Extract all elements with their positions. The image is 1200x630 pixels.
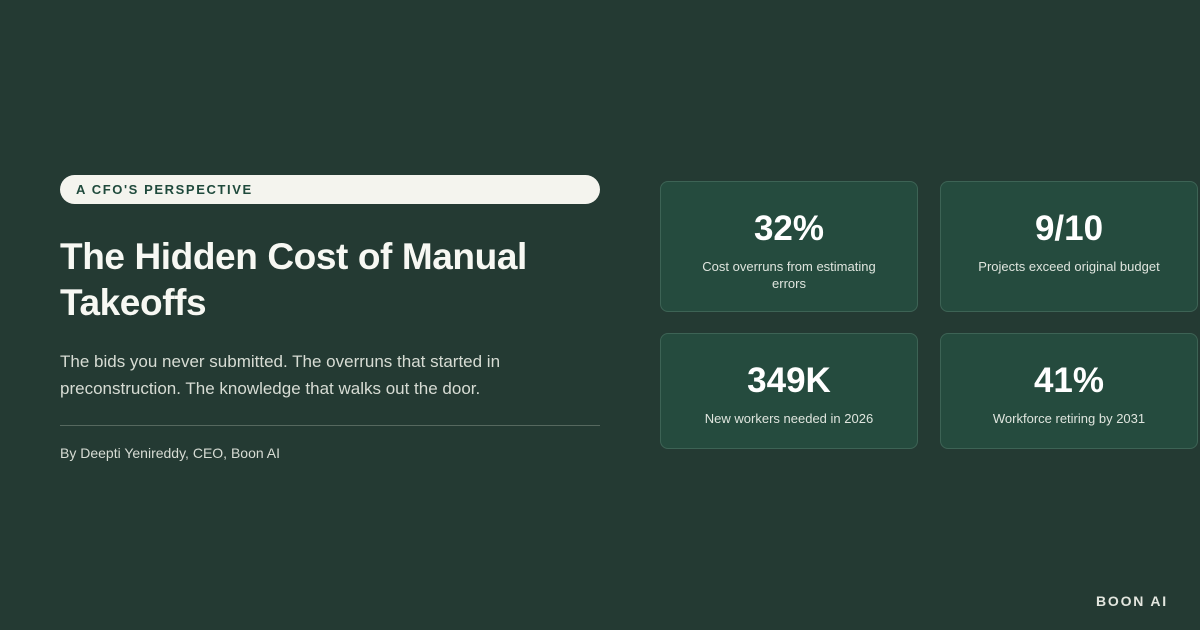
stat-value: 349K bbox=[747, 361, 831, 400]
stats-grid: 32% Cost overruns from estimating errors… bbox=[660, 181, 1200, 449]
stat-card: 32% Cost overruns from estimating errors bbox=[660, 181, 918, 312]
eyebrow-badge: A CFO'S PERSPECTIVE bbox=[60, 175, 600, 204]
stat-label: New workers needed in 2026 bbox=[704, 411, 874, 426]
divider bbox=[60, 425, 600, 426]
page-subtitle: The bids you never submitted. The overru… bbox=[60, 352, 501, 398]
stat-value: 32% bbox=[753, 209, 825, 248]
stat-label: Cost overruns from estimating errors bbox=[702, 259, 876, 291]
stat-value: 41% bbox=[1033, 361, 1105, 400]
stat-value: 9/10 bbox=[1034, 209, 1104, 248]
stat-card: 349K New workers needed in 2026 bbox=[660, 333, 918, 449]
stat-label: Projects exceed original budget bbox=[978, 259, 1160, 274]
stat-card: 9/10 Projects exceed original budget bbox=[940, 181, 1198, 312]
stat-card: 41% Workforce retiring by 2031 bbox=[940, 333, 1198, 449]
page-title: The Hidden Cost of Manual Takeoffs bbox=[60, 236, 527, 323]
hero-section: A CFO'S PERSPECTIVE The Hidden Cost of M… bbox=[60, 175, 600, 463]
byline: By Deepti Yenireddy, CEO, Boon AI bbox=[60, 445, 280, 461]
brand-logo-text: BOON AI bbox=[1096, 593, 1168, 609]
stat-label: Workforce retiring by 2031 bbox=[992, 411, 1146, 426]
